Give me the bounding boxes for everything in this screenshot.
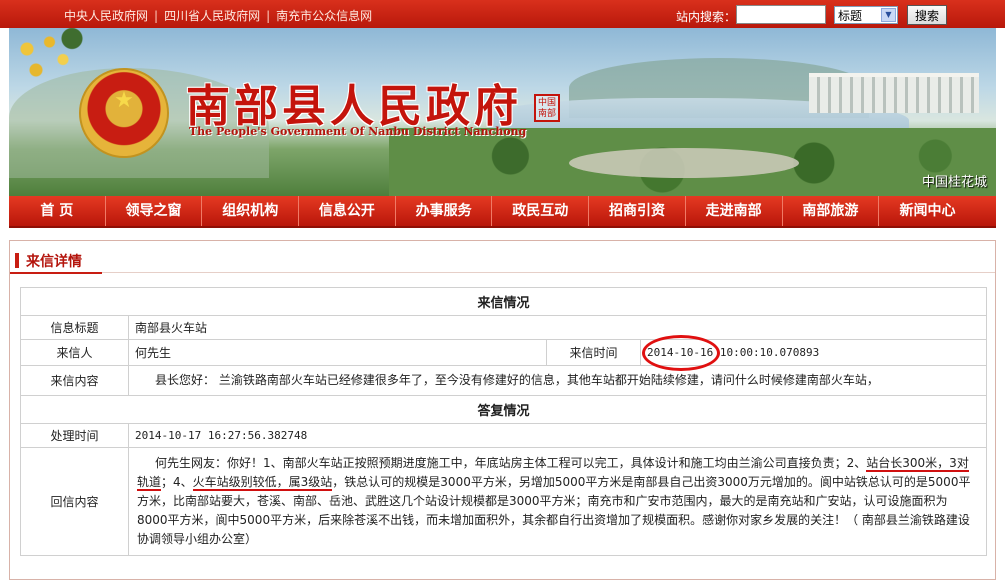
letter-time-rest: 10:00:10.070893 [713,346,820,359]
date-highlight-circle [642,335,720,371]
letter-time-label: 来信时间 [546,339,641,366]
nav-tourism[interactable]: 南部旅游 [783,196,880,226]
link-nanchong-info[interactable]: 南充市公众信息网 [276,9,372,23]
nav-organization[interactable]: 组织机构 [202,196,300,226]
reply-part-1: 何先生网友：你好！1、南部火车站正按照预期进度施工中，年底站房主体工程可以完工，… [155,456,867,470]
panel-title: 来信详情 [26,254,82,270]
nav-leaders[interactable]: 领导之窗 [106,196,203,226]
header-banner: ★ 南部县人民政府 The People's Government Of Nan… [9,28,996,196]
nav-investment[interactable]: 招商引资 [589,196,686,226]
reply-highlight-station-level: 火车站级别较低，属3级站 [192,475,333,491]
top-bar: 中央人民政府网 | 四川省人民政府网 | 南充市公众信息网 站内搜索： 标题 ▼ 搜索 [0,0,1005,28]
letter-detail-panel: 来信详情 来信情况 信息标题 南部县火车站 来信人 何先生 来信时间 2014-… [9,240,996,580]
chevron-down-icon: ▼ [881,8,896,22]
search-type-select[interactable]: 标题 ▼ [834,6,898,24]
subject-value: 南部县火车站 [128,315,987,340]
search-button[interactable]: 搜索 [907,5,947,25]
separator: | [154,9,159,23]
nav-news[interactable]: 新闻中心 [879,196,976,226]
panel-header: 来信详情 [10,241,995,274]
top-links: 中央人民政府网 | 四川省人民政府网 | 南充市公众信息网 [64,7,372,24]
nav-interaction[interactable]: 政民互动 [492,196,590,226]
main-nav: 首 页 领导之窗 组织机构 信息公开 办事服务 政民互动 招商引资 走进南部 南… [9,196,996,228]
reply-time-label: 处理时间 [20,423,129,448]
nav-home[interactable]: 首 页 [9,196,106,226]
nav-info-disclosure[interactable]: 信息公开 [299,196,396,226]
nav-services[interactable]: 办事服务 [396,196,493,226]
sender-value: 何先生 [128,339,547,366]
search-label: 站内搜索： [676,10,737,24]
sender-label: 来信人 [20,339,129,366]
search-type-value: 标题 [838,9,863,23]
banner-dam [809,73,979,113]
letter-content: 县长您好： 兰渝铁路南部火车站已经修建很多年了，至今没有修建好的信息，其他车站都… [128,365,987,396]
letter-section-title: 来信情况 [20,287,987,316]
reply-content: 何先生网友：你好！1、南部火车站正按照预期进度施工中，年底站房主体工程可以完工，… [128,447,987,556]
site-subtitle: The People's Government Of Nanbu Distric… [189,125,527,138]
seal-stamp: 中国 南部 [534,94,560,122]
banner-plaza [569,148,799,178]
link-central-government[interactable]: 中央人民政府网 [64,9,148,23]
panel-title-underline [10,272,102,274]
national-emblem-icon: ★ [79,68,169,158]
reply-content-label: 回信内容 [20,447,129,556]
nav-about-nanbu[interactable]: 走进南部 [686,196,783,226]
search-input[interactable] [736,5,826,24]
subject-label: 信息标题 [20,315,129,340]
content-label: 来信内容 [20,365,129,396]
reply-time-value: 2014-10-17 16:27:56.382748 [128,423,987,448]
panel-title-marker [15,253,19,268]
link-sichuan-government[interactable]: 四川省人民政府网 [164,9,260,23]
letter-table: 来信情况 信息标题 南部县火车站 来信人 何先生 来信时间 2014-10-16… [20,287,987,556]
city-slogan: 中国桂花城 [922,175,988,190]
reply-part-2: ；4、 [161,475,193,489]
separator: | [266,9,271,23]
reply-section-title: 答复情况 [20,395,987,424]
